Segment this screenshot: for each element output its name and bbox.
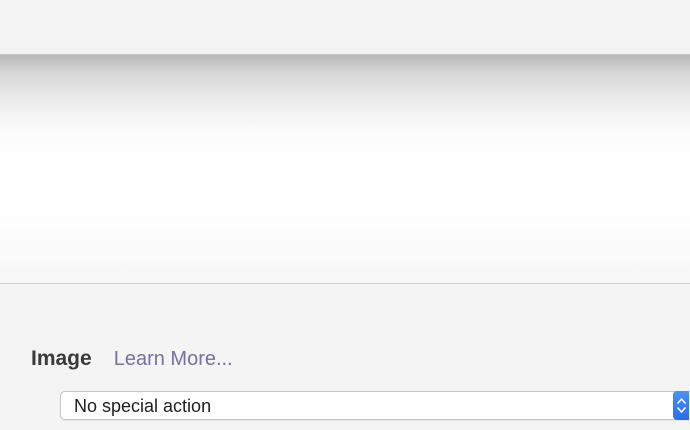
toolbar-area (0, 0, 690, 55)
chevron-up-down-icon[interactable] (673, 391, 689, 420)
action-popup-value: No special action (74, 396, 212, 416)
drop-preview-area (0, 55, 690, 284)
action-popup-button[interactable]: No special action (60, 391, 689, 420)
section-header: Image Learn More... (31, 344, 233, 374)
section-title: Image (31, 347, 92, 370)
learn-more-link[interactable]: Learn More... (114, 348, 233, 371)
